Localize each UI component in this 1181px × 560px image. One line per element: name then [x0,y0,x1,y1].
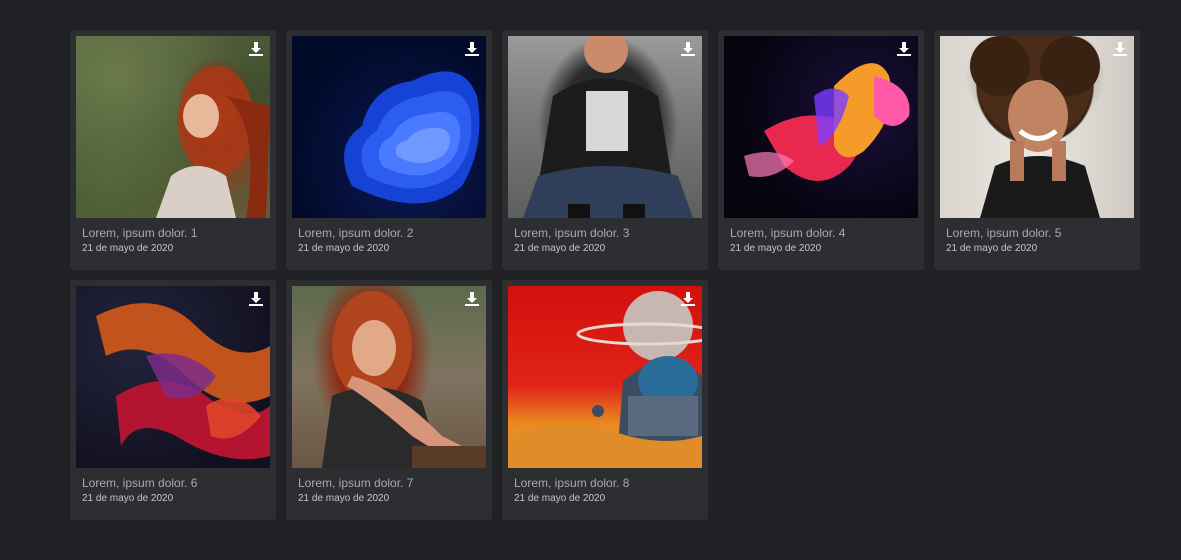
abstract-twist-artwork [96,303,270,460]
thumbnail-image[interactable] [508,36,702,218]
card-title: Lorem, ipsum dolor. 6 [82,476,198,490]
card-date: 21 de mayo de 2020 [298,493,390,504]
card-date: 21 de mayo de 2020 [82,493,174,504]
thumbnail-image[interactable] [940,36,1134,218]
download-icon[interactable] [680,41,696,57]
card-date: 21 de mayo de 2020 [514,493,606,504]
gallery-card[interactable]: Lorem, ipsum dolor. 3 21 de mayo de 2020 [502,30,708,270]
gallery-card[interactable]: Lorem, ipsum dolor. 1 21 de mayo de 2020 [70,30,276,270]
smiling-woman-curly-hair [970,36,1100,218]
download-icon[interactable] [248,291,264,307]
thumbnail-image[interactable] [508,286,702,468]
download-icon[interactable] [896,41,912,57]
card-title: Lorem, ipsum dolor. 5 [946,226,1062,240]
thumbnail-image[interactable] [292,286,486,468]
portrait-redhead-glasses [156,66,270,218]
card-date: 21 de mayo de 2020 [946,243,1038,254]
download-icon[interactable] [248,41,264,57]
card-title: Lorem, ipsum dolor. 3 [514,226,630,240]
card-date: 21 de mayo de 2020 [730,243,822,254]
gallery-card[interactable]: Lorem, ipsum dolor. 2 21 de mayo de 2020 [286,30,492,270]
card-title: Lorem, ipsum dolor. 7 [298,476,414,490]
download-icon[interactable] [1112,41,1128,57]
image-gallery: Lorem, ipsum dolor. 1 21 de mayo de 2020… [70,30,1140,520]
astronaut-planet-artwork [508,291,702,468]
card-date: 21 de mayo de 2020 [514,243,606,254]
gallery-card[interactable]: Lorem, ipsum dolor. 4 21 de mayo de 2020 [718,30,924,270]
gallery-card[interactable]: Lorem, ipsum dolor. 8 21 de mayo de 2020 [502,280,708,520]
thumbnail-image[interactable] [724,36,918,218]
card-title: Lorem, ipsum dolor. 1 [82,226,198,240]
thumbnail-image[interactable] [292,36,486,218]
woman-leather-jacket [523,36,693,218]
card-title: Lorem, ipsum dolor. 2 [298,226,414,240]
card-date: 21 de mayo de 2020 [298,243,390,254]
abstract-ribbon-artwork [744,63,910,181]
card-date: 21 de mayo de 2020 [82,243,174,254]
gallery-card[interactable]: Lorem, ipsum dolor. 6 21 de mayo de 2020 [70,280,276,520]
gallery-card[interactable]: Lorem, ipsum dolor. 7 21 de mayo de 2020 [286,280,492,520]
download-icon[interactable] [680,291,696,307]
gallery-card[interactable]: Lorem, ipsum dolor. 5 21 de mayo de 2020 [934,30,1140,270]
thumbnail-image[interactable] [76,36,270,218]
redhead-woman-portrait [322,291,486,468]
card-title: Lorem, ipsum dolor. 8 [514,476,630,490]
download-icon[interactable] [464,291,480,307]
card-title: Lorem, ipsum dolor. 4 [730,226,846,240]
thumbnail-image[interactable] [76,286,270,468]
blue-bloom-artwork [344,71,480,204]
download-icon[interactable] [464,41,480,57]
